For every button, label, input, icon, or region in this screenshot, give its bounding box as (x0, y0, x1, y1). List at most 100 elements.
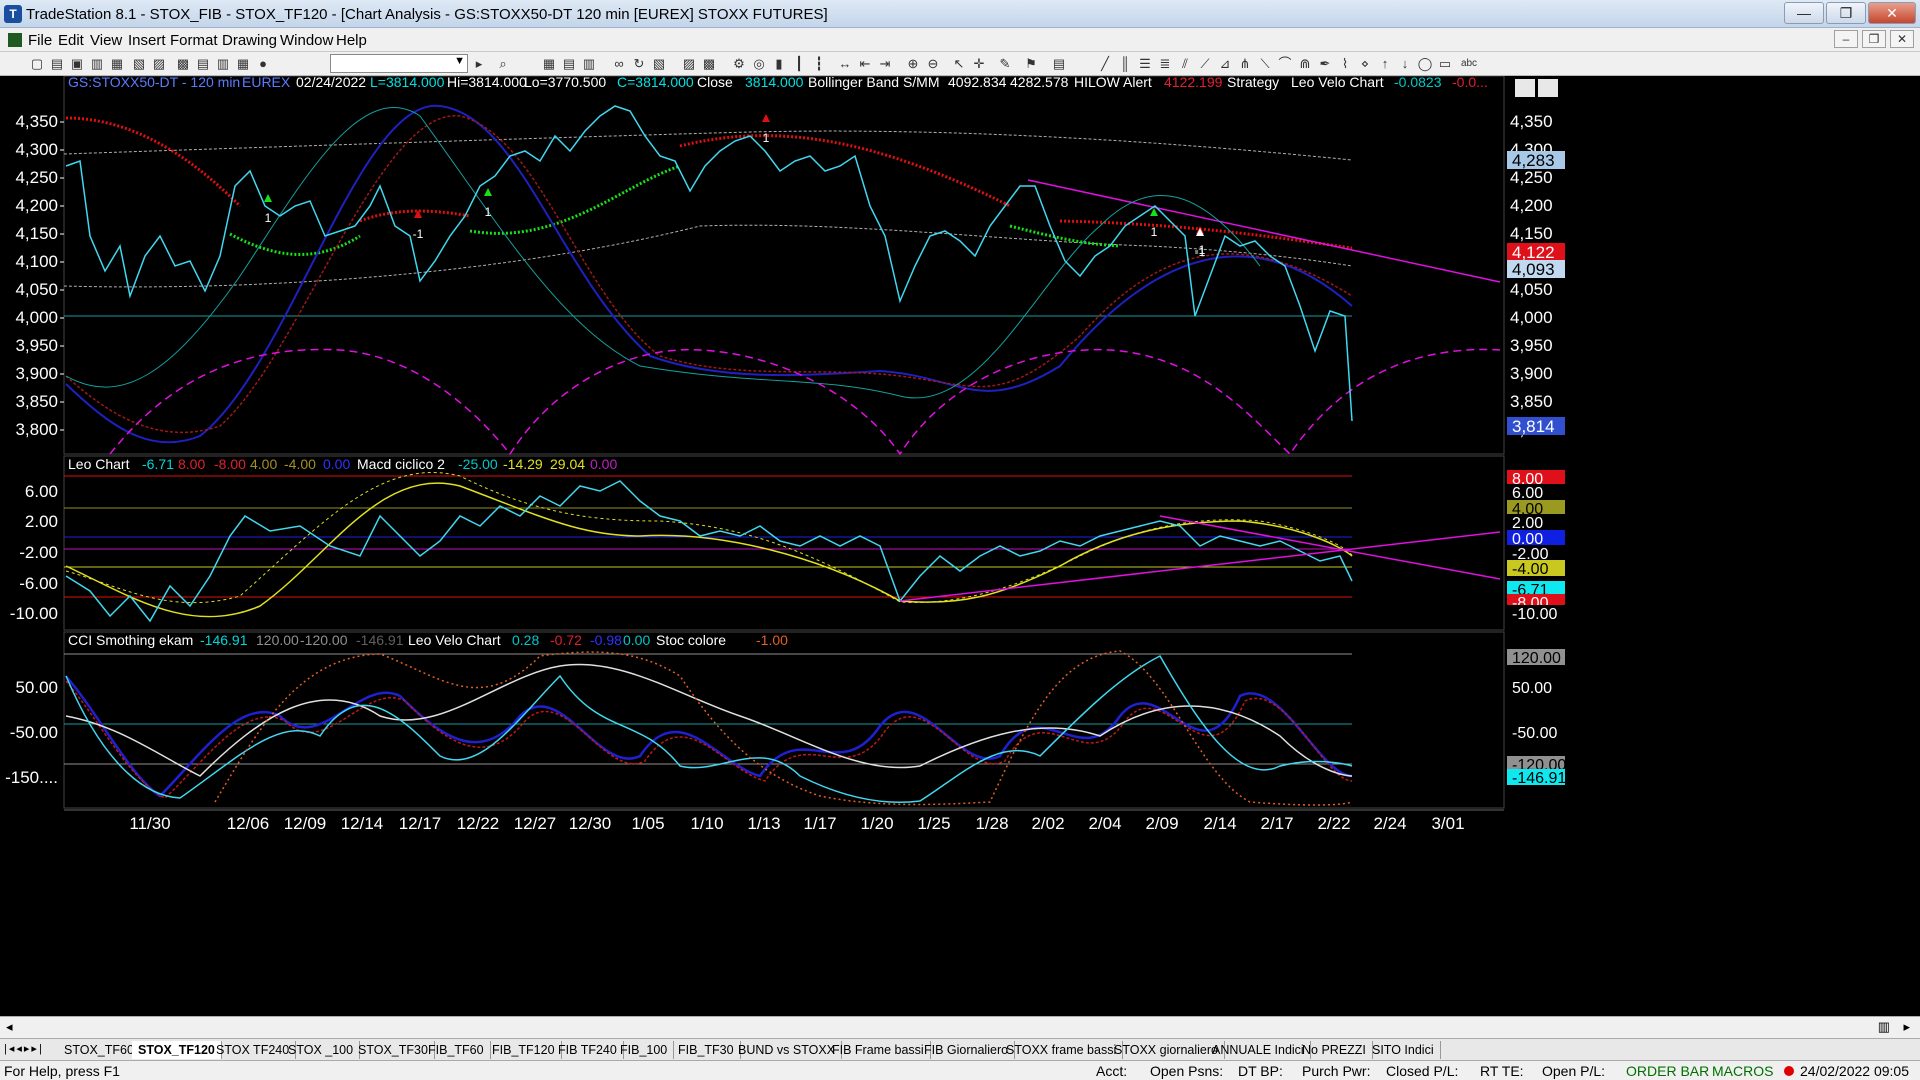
format-icon[interactable]: ▦ (234, 55, 252, 73)
mdi-close-button[interactable]: ✕ (1890, 30, 1914, 48)
chart-canvas[interactable]: GS:STOXX50-DT - 120 min EUREX 02/24/2022 L=… (0, 74, 1920, 1016)
symbol-combo[interactable]: ▼ (330, 54, 468, 73)
lookup-icon[interactable]: ⌕ (494, 55, 512, 73)
alert-icon[interactable]: ⚑ (1022, 55, 1040, 73)
options-icon[interactable]: ⚙ (730, 55, 748, 73)
fib-icon[interactable]: ≣ (1156, 55, 1174, 73)
link-icon[interactable]: ∞ (610, 55, 628, 73)
cci-panel[interactable] (63, 631, 1505, 809)
menu-insert[interactable]: Insert (128, 32, 166, 49)
mdi-restore-button[interactable]: ❐ (1862, 30, 1886, 48)
cci-axis-label: -150.... (5, 768, 58, 787)
scroll-right-icon[interactable]: ⇥ (876, 55, 894, 73)
minimize-button[interactable]: — (1784, 2, 1824, 24)
tab-nav-icon[interactable]: |◂◂▸▸| (4, 1042, 44, 1055)
zoom-in-icon[interactable]: ⊕ (904, 55, 922, 73)
strategy-icon[interactable]: ▩ (700, 55, 718, 73)
tab-sito-indici[interactable]: SITO Indici (1366, 1041, 1441, 1059)
horizontal-line-icon[interactable]: ☰ (1136, 55, 1154, 73)
matrix-icon[interactable]: ▧ (650, 55, 668, 73)
channel-icon[interactable]: ⫽ (1176, 55, 1194, 73)
pen-icon[interactable]: ✒ (1316, 55, 1334, 73)
grid-icon[interactable]: ▤ (560, 55, 578, 73)
save-icon[interactable]: ▣ (68, 55, 86, 73)
rectangle-icon[interactable]: ▭ (1436, 55, 1454, 73)
price-axis-left-label: 3,850 (15, 392, 58, 411)
window-arrange-icon[interactable]: ▥ (214, 55, 232, 73)
tab-annuale-indici[interactable]: ANNUALE Indici (1206, 1041, 1311, 1059)
scroll-handle-icon[interactable]: ▥ (1878, 1019, 1890, 1035)
scroll-left-icon[interactable]: ⇤ (856, 55, 874, 73)
window-cascade-icon[interactable]: ▩ (174, 55, 192, 73)
vertical-line-icon[interactable]: ║ (1116, 55, 1134, 73)
hist-icon[interactable]: ┇ (810, 55, 828, 73)
radar-icon[interactable]: ◎ (750, 55, 768, 73)
tab-stox-100[interactable]: STOX _100 (282, 1041, 361, 1059)
tab-fib-frame-bassi[interactable]: FIB Frame bassi (826, 1041, 931, 1059)
menu-format[interactable]: Format (170, 32, 218, 49)
tab-stox-tf120[interactable]: STOX_TF120 (132, 1041, 222, 1059)
scroll-left-arrow-icon[interactable]: ◂ (6, 1019, 13, 1035)
menu-file[interactable]: File (28, 32, 52, 49)
cycle-icon[interactable]: ⋒ (1296, 55, 1314, 73)
fan-icon[interactable]: ⌇ (1336, 55, 1354, 73)
tab-no-prezzi[interactable]: No PREZZI (1296, 1041, 1373, 1059)
print-icon[interactable]: ▧ (130, 55, 148, 73)
horizontal-scrollbar[interactable]: ◂ ▥ ▸ (0, 1016, 1920, 1038)
color-icon[interactable]: ● (254, 55, 272, 73)
chart-window[interactable]: GS:STOXX50-DT - 120 min EUREX 02/24/2022 L=… (0, 74, 1920, 1042)
expand-icon[interactable]: ↔ (836, 55, 854, 73)
order-bar-button[interactable]: ORDER BAR (1626, 1063, 1709, 1079)
andrews-icon[interactable]: ⋔ (1236, 55, 1254, 73)
close-button[interactable]: ✕ (1868, 2, 1916, 24)
menu-drawing[interactable]: Drawing (222, 32, 277, 49)
chart-minimize-button[interactable] (1515, 79, 1535, 97)
up-arrow-draw-icon[interactable]: ↑ (1376, 55, 1394, 73)
menu-view[interactable]: View (90, 32, 122, 49)
indicator-icon[interactable]: ▨ (680, 55, 698, 73)
tab-fib-tf120[interactable]: FIB_TF120 (486, 1041, 562, 1059)
text-icon[interactable]: abc (1456, 55, 1482, 73)
folder-icon[interactable]: ▥ (88, 55, 106, 73)
macros-button[interactable]: MACROS (1712, 1063, 1773, 1079)
chart-icon[interactable]: ▦ (540, 55, 558, 73)
news-icon[interactable]: ▤ (1050, 55, 1068, 73)
ellipse-icon[interactable]: ◯ (1416, 55, 1434, 73)
window-tile-icon[interactable]: ▤ (194, 55, 212, 73)
menu-window[interactable]: Window (280, 32, 333, 49)
scroll-right-arrow-icon[interactable]: ▸ (1903, 1019, 1910, 1035)
arrow-right-icon[interactable]: ▸ (470, 55, 488, 73)
down-arrow-draw-icon[interactable]: ↓ (1396, 55, 1414, 73)
tab-fib-tf30[interactable]: FIB_TF30 (672, 1041, 741, 1059)
open-icon[interactable]: ▤ (48, 55, 66, 73)
zoom-out-icon[interactable]: ⊖ (924, 55, 942, 73)
tab-fib-100[interactable]: FIB_100 (614, 1041, 675, 1059)
regression-icon[interactable]: ⟍ (1256, 55, 1274, 73)
new-icon[interactable]: ▢ (28, 55, 46, 73)
bar-chart-icon[interactable]: ▮ (770, 55, 788, 73)
tab-fib-tf60[interactable]: FIB_TF60 (422, 1041, 491, 1059)
workspace-icon[interactable]: ▦ (108, 55, 126, 73)
ratio-icon[interactable]: ⋄ (1356, 55, 1374, 73)
arc-icon[interactable]: ⌒ (1276, 55, 1294, 73)
menu-edit[interactable]: Edit (58, 32, 84, 49)
print-preview-icon[interactable]: ▨ (150, 55, 168, 73)
gann-icon[interactable]: ⊿ (1216, 55, 1234, 73)
table-icon[interactable]: ▥ (580, 55, 598, 73)
candle-icon[interactable]: ┃ (790, 55, 808, 73)
tools-icon[interactable]: ✎ (996, 55, 1014, 73)
menu-help[interactable]: Help (336, 32, 367, 49)
pointer-icon[interactable]: ↖ (950, 55, 968, 73)
doc-icon[interactable] (8, 33, 22, 47)
tab-stoxx-frame-bassi[interactable]: STOXX frame bassi (1000, 1041, 1124, 1059)
refresh-icon[interactable]: ↻ (630, 55, 648, 73)
leo-chart-panel[interactable] (63, 455, 1505, 631)
crosshair-icon[interactable]: ✛ (970, 55, 988, 73)
tab-stox-tf60[interactable]: STOX_TF60 (58, 1041, 141, 1059)
trendline-icon[interactable]: ╱ (1096, 55, 1114, 73)
mdi-minimize-button[interactable]: – (1834, 30, 1858, 48)
speed-line-icon[interactable]: ⟋ (1196, 55, 1214, 73)
chart-restore-button[interactable] (1538, 79, 1558, 97)
maximize-button[interactable]: ❐ (1826, 2, 1866, 24)
date-axis-label: 2/02 (1031, 814, 1064, 833)
